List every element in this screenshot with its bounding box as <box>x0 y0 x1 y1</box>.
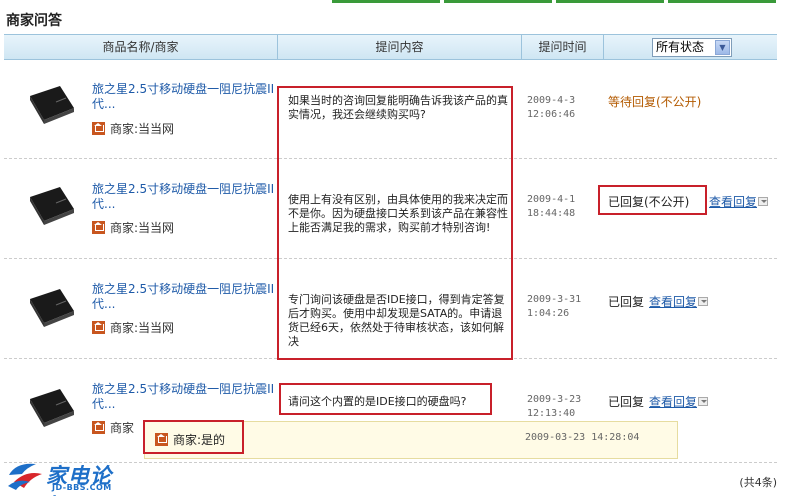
top-tab-strip <box>0 0 789 4</box>
header-product: 商品名称/商家 <box>4 35 278 59</box>
question-time: 2009-3-31 1:04:26 <box>527 294 582 319</box>
product-link[interactable]: 旅之星2.5寸移动硬盘一阻尼抗震II代... <box>92 82 277 112</box>
view-reply-link[interactable]: 查看回复 <box>649 293 709 310</box>
product-thumbnail[interactable] <box>26 285 78 329</box>
home-icon <box>92 421 105 434</box>
home-icon <box>92 221 105 234</box>
header-time: 提问时间 <box>522 35 604 59</box>
highlight-box-questions <box>277 86 513 360</box>
watermark-logo: 家电论坛 JD-BBS.COM <box>6 458 132 496</box>
product-link[interactable]: 旅之星2.5寸移动硬盘一阻尼抗震II代... <box>92 182 277 212</box>
home-icon <box>92 321 105 334</box>
view-reply-link[interactable]: 查看回复 <box>709 193 769 210</box>
highlight-box-reply <box>143 420 244 454</box>
status-filter-value: 所有状态 <box>656 40 705 54</box>
merchant-name: 商家 <box>110 421 135 435</box>
merchant-name: 商家:当当网 <box>110 221 175 235</box>
dropdown-arrow-icon[interactable] <box>698 297 709 306</box>
status-badge: 已回复 <box>608 395 645 409</box>
product-thumbnail[interactable] <box>26 183 78 227</box>
home-icon <box>92 122 105 135</box>
merchant-label: 商家:当当网 <box>92 219 174 236</box>
reply-time: 2009-03-23 14:28:04 <box>525 432 640 443</box>
status-badge: 已回复 <box>608 295 645 309</box>
dropdown-arrow-icon[interactable] <box>758 197 769 206</box>
product-thumbnail[interactable] <box>26 385 78 429</box>
merchant-label: 商家 <box>92 419 134 436</box>
chevron-down-icon[interactable]: ▼ <box>715 40 730 55</box>
header-question: 提问内容 <box>278 35 522 59</box>
highlight-box-question-4 <box>279 383 492 415</box>
view-reply-link[interactable]: 查看回复 <box>649 393 709 410</box>
merchant-label: 商家:当当网 <box>92 120 174 137</box>
top-tab-3[interactable] <box>556 0 664 3</box>
question-time: 2009-4-1 18:44:48 <box>527 194 576 219</box>
product-link[interactable]: 旅之星2.5寸移动硬盘一阻尼抗震II代... <box>92 382 277 412</box>
status-badge: 等待回复(不公开) <box>608 95 702 109</box>
top-tab-2[interactable] <box>444 0 552 3</box>
question-time: 2009-3-23 12:13:40 <box>527 394 582 419</box>
product-link[interactable]: 旅之星2.5寸移动硬盘一阻尼抗震II代... <box>92 282 277 312</box>
total-count: (共4条) <box>739 476 777 489</box>
dropdown-arrow-icon[interactable] <box>698 397 709 406</box>
question-time: 2009-4-3 12:06:46 <box>527 95 576 120</box>
top-tab-4[interactable] <box>668 0 776 3</box>
status-filter-select[interactable]: 所有状态 ▼ <box>652 38 732 57</box>
merchant-label: 商家:当当网 <box>92 319 174 336</box>
logo-icon <box>8 463 42 490</box>
watermark-url: JD-BBS.COM <box>52 483 112 492</box>
section-title: 商家问答 <box>6 13 62 29</box>
merchant-name: 商家:当当网 <box>110 321 175 335</box>
product-thumbnail[interactable] <box>26 82 78 126</box>
highlight-box-status <box>598 185 707 215</box>
merchant-name: 商家:当当网 <box>110 122 175 136</box>
top-tab-1[interactable] <box>332 0 440 3</box>
